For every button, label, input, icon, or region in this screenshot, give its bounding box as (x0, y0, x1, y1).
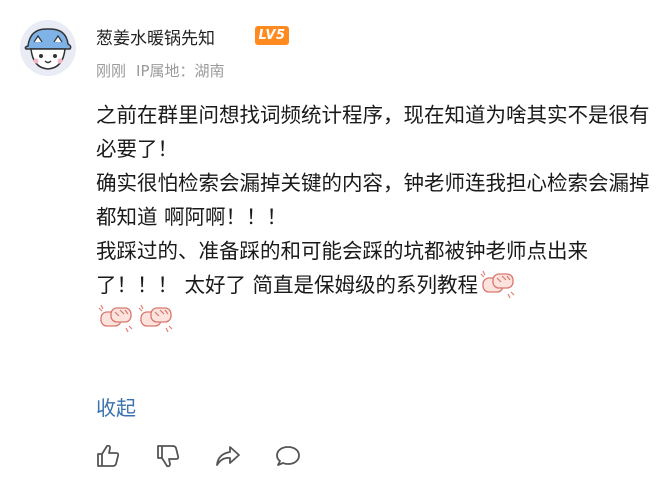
cartoon-avatar-icon (20, 20, 76, 76)
share-icon (216, 446, 240, 466)
share-button[interactable] (212, 440, 244, 472)
hands-clap-sticker-icon (138, 303, 174, 333)
collapse-link[interactable]: 收起 (96, 392, 136, 421)
comment-icon (276, 446, 300, 466)
dislike-button[interactable] (152, 440, 184, 472)
hands-clap-sticker-icon (480, 269, 516, 299)
user-avatar[interactable] (20, 20, 76, 76)
comment-paragraph: 确实很怕检索会漏掉关键的内容，钟老师连我担心检索会漏掉都知道 啊阿啊！！！ (96, 171, 650, 229)
thumbs-down-icon (157, 445, 180, 468)
like-button[interactable] (92, 440, 124, 472)
user-level-badge: LV5 (255, 26, 289, 45)
comment-time: 刚刚 (96, 62, 127, 80)
comment-button[interactable] (272, 440, 304, 472)
comment-ip-location: IP属地：湖南 (136, 62, 225, 80)
comment-body: 之前在群里问想找词频统计程序，现在知道为啥其实不是很有必要了！ 确实很怕检索会漏… (96, 98, 652, 336)
comment-paragraph: 我踩过的、准备踩的和可能会踩的坑都被钟老师点出来了！！！ 太好了 简直是保姆级的… (96, 234, 652, 336)
comment-meta: 刚刚 IP属地：湖南 (96, 60, 225, 81)
hands-clap-sticker-icon (98, 303, 134, 333)
comment-paragraph: 之前在群里问想找词频统计程序，现在知道为啥其实不是很有必要了！ (96, 103, 650, 161)
comment-author-name[interactable]: 葱姜水暖锅先知 (96, 24, 215, 49)
thumbs-up-icon (97, 444, 120, 467)
